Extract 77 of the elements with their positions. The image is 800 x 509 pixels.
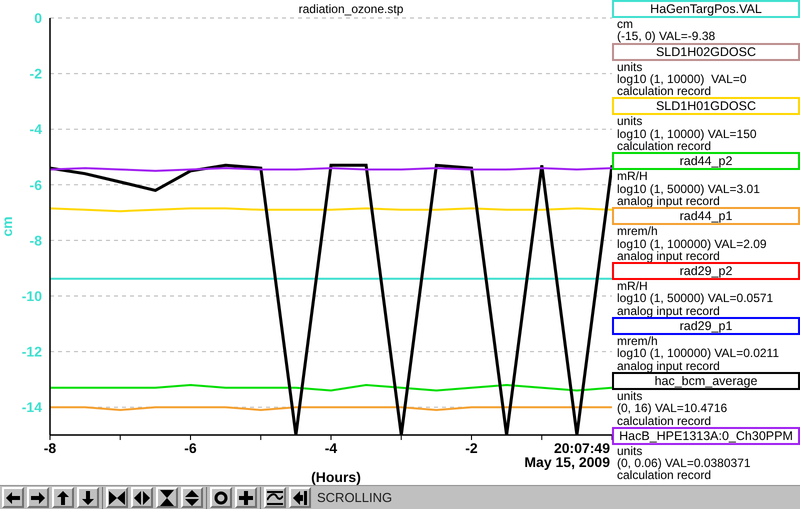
y-tick-label: -6	[30, 176, 42, 193]
trace-info-text: calculation record	[616, 140, 712, 152]
x-tick-label: -4	[324, 440, 338, 456]
y-tick-label: -2	[30, 66, 42, 82]
trace-name-label[interactable]: hac_bcm_average	[612, 372, 800, 390]
back-to-end-button[interactable]	[289, 487, 311, 508]
wave-icon	[267, 490, 283, 504]
trace-info-text: mR/H	[616, 280, 649, 292]
y-tick-label: 0	[34, 10, 42, 26]
time-label: 20:07:49	[554, 440, 610, 456]
trace-info-text: (0, 0.06) VAL=0.0380371	[616, 457, 752, 470]
trace-name-label[interactable]: SLD1H01GDOSC	[612, 97, 800, 116]
y-tick-label: -8	[30, 232, 42, 248]
zoom-out-vertical-button[interactable]	[181, 487, 203, 508]
y-tick-label: -4	[30, 121, 42, 138]
trace-name-label[interactable]: rad29_p2	[612, 262, 800, 280]
trace-info-text: calculation record	[616, 469, 712, 482]
trace-info-text: cm	[616, 18, 634, 30]
x-tick-label: -8	[44, 440, 56, 456]
right-arrow-icon	[31, 492, 45, 504]
trace-info-text: analog input record	[616, 250, 721, 262]
y-tick-label: -14	[22, 399, 42, 416]
x-tick-label: -2	[465, 440, 478, 456]
left-arrow-button[interactable]	[2, 487, 24, 508]
y-tick-label: -12	[22, 344, 42, 360]
trace-name-label[interactable]: rad44_p2	[612, 152, 800, 170]
trace-info-text: log10 (1, 10000) VAL=0	[616, 72, 748, 86]
up-arrow-button[interactable]	[52, 487, 74, 508]
x-axis-label: (Hours)	[311, 469, 361, 485]
inward-arrows-icon	[109, 490, 125, 504]
trace-info-text: analog input record	[616, 194, 721, 208]
date-label: May 15, 2009	[524, 454, 610, 470]
mode-label: SCROLLING	[317, 488, 392, 507]
trace-info-text: mrem/h	[616, 225, 659, 238]
graph-button[interactable]	[264, 487, 286, 508]
trace-info-text: log10 (1, 100000) VAL=0.0211	[616, 347, 780, 360]
trace-name-label[interactable]: HacB_HPE1313A:0_Ch30PPM	[612, 426, 800, 445]
trace-info-text: calculation record	[616, 414, 712, 427]
zoom-in-vertical-button[interactable]	[156, 487, 178, 508]
trace-info-text: units	[616, 390, 644, 402]
ring-button[interactable]	[210, 487, 232, 508]
down-arrow-button[interactable]	[77, 487, 99, 508]
trace-name-label[interactable]: rad44_p1	[612, 207, 800, 226]
chart-title: radiation_ozone.stp	[298, 2, 404, 16]
zoom-out-horizontal-button[interactable]	[131, 487, 153, 508]
trace-info-text: analog input record	[616, 304, 721, 318]
trace-info-text: analog input record	[616, 360, 721, 372]
trace-name-label[interactable]: HaGenTargPos.VAL	[612, 0, 800, 18]
x-tick-label: -6	[184, 440, 197, 456]
plus-button[interactable]	[235, 487, 257, 508]
zoom-in-horizontal-button[interactable]	[106, 487, 128, 508]
left-arrow-icon	[6, 492, 20, 504]
up-arrow-icon	[57, 490, 69, 504]
arrow-to-bar-icon	[293, 490, 307, 504]
inward-arrows-icon	[160, 490, 174, 506]
trace-info-text: calculation record	[616, 85, 712, 98]
outward-arrows-icon	[185, 490, 199, 506]
trace-info-text: (0, 16) VAL=10.4716	[616, 402, 728, 415]
trace-info-text: log10 (1, 100000) VAL=2.09	[616, 238, 768, 250]
outward-arrows-icon	[134, 490, 150, 504]
trace-info-text: units	[616, 115, 644, 128]
y-tick-label: -10	[22, 288, 42, 304]
right-arrow-button[interactable]	[27, 487, 49, 508]
down-arrow-icon	[82, 490, 94, 504]
y-axis-label: cm	[0, 216, 15, 237]
trace-info-text: units	[616, 444, 644, 458]
trace-info-text: log10 (1, 10000) VAL=150	[616, 128, 758, 140]
trace-info-text: units	[616, 60, 644, 73]
plus-icon	[239, 490, 253, 504]
trace-info-text: mR/H	[616, 170, 649, 183]
trace-info-text: log10 (1, 50000) VAL=0.0571	[616, 292, 774, 305]
trace-info-text: (-15, 0) VAL=-9.38	[616, 30, 716, 43]
trace-name-label[interactable]: SLD1H02GDOSC	[612, 42, 800, 61]
trace-name-label[interactable]: rad29_p1	[612, 317, 800, 336]
trace-info-text: mrem/h	[616, 335, 658, 348]
trace-info-text: log10 (1, 50000) VAL=3.01	[616, 182, 761, 195]
ring-icon	[214, 490, 228, 504]
